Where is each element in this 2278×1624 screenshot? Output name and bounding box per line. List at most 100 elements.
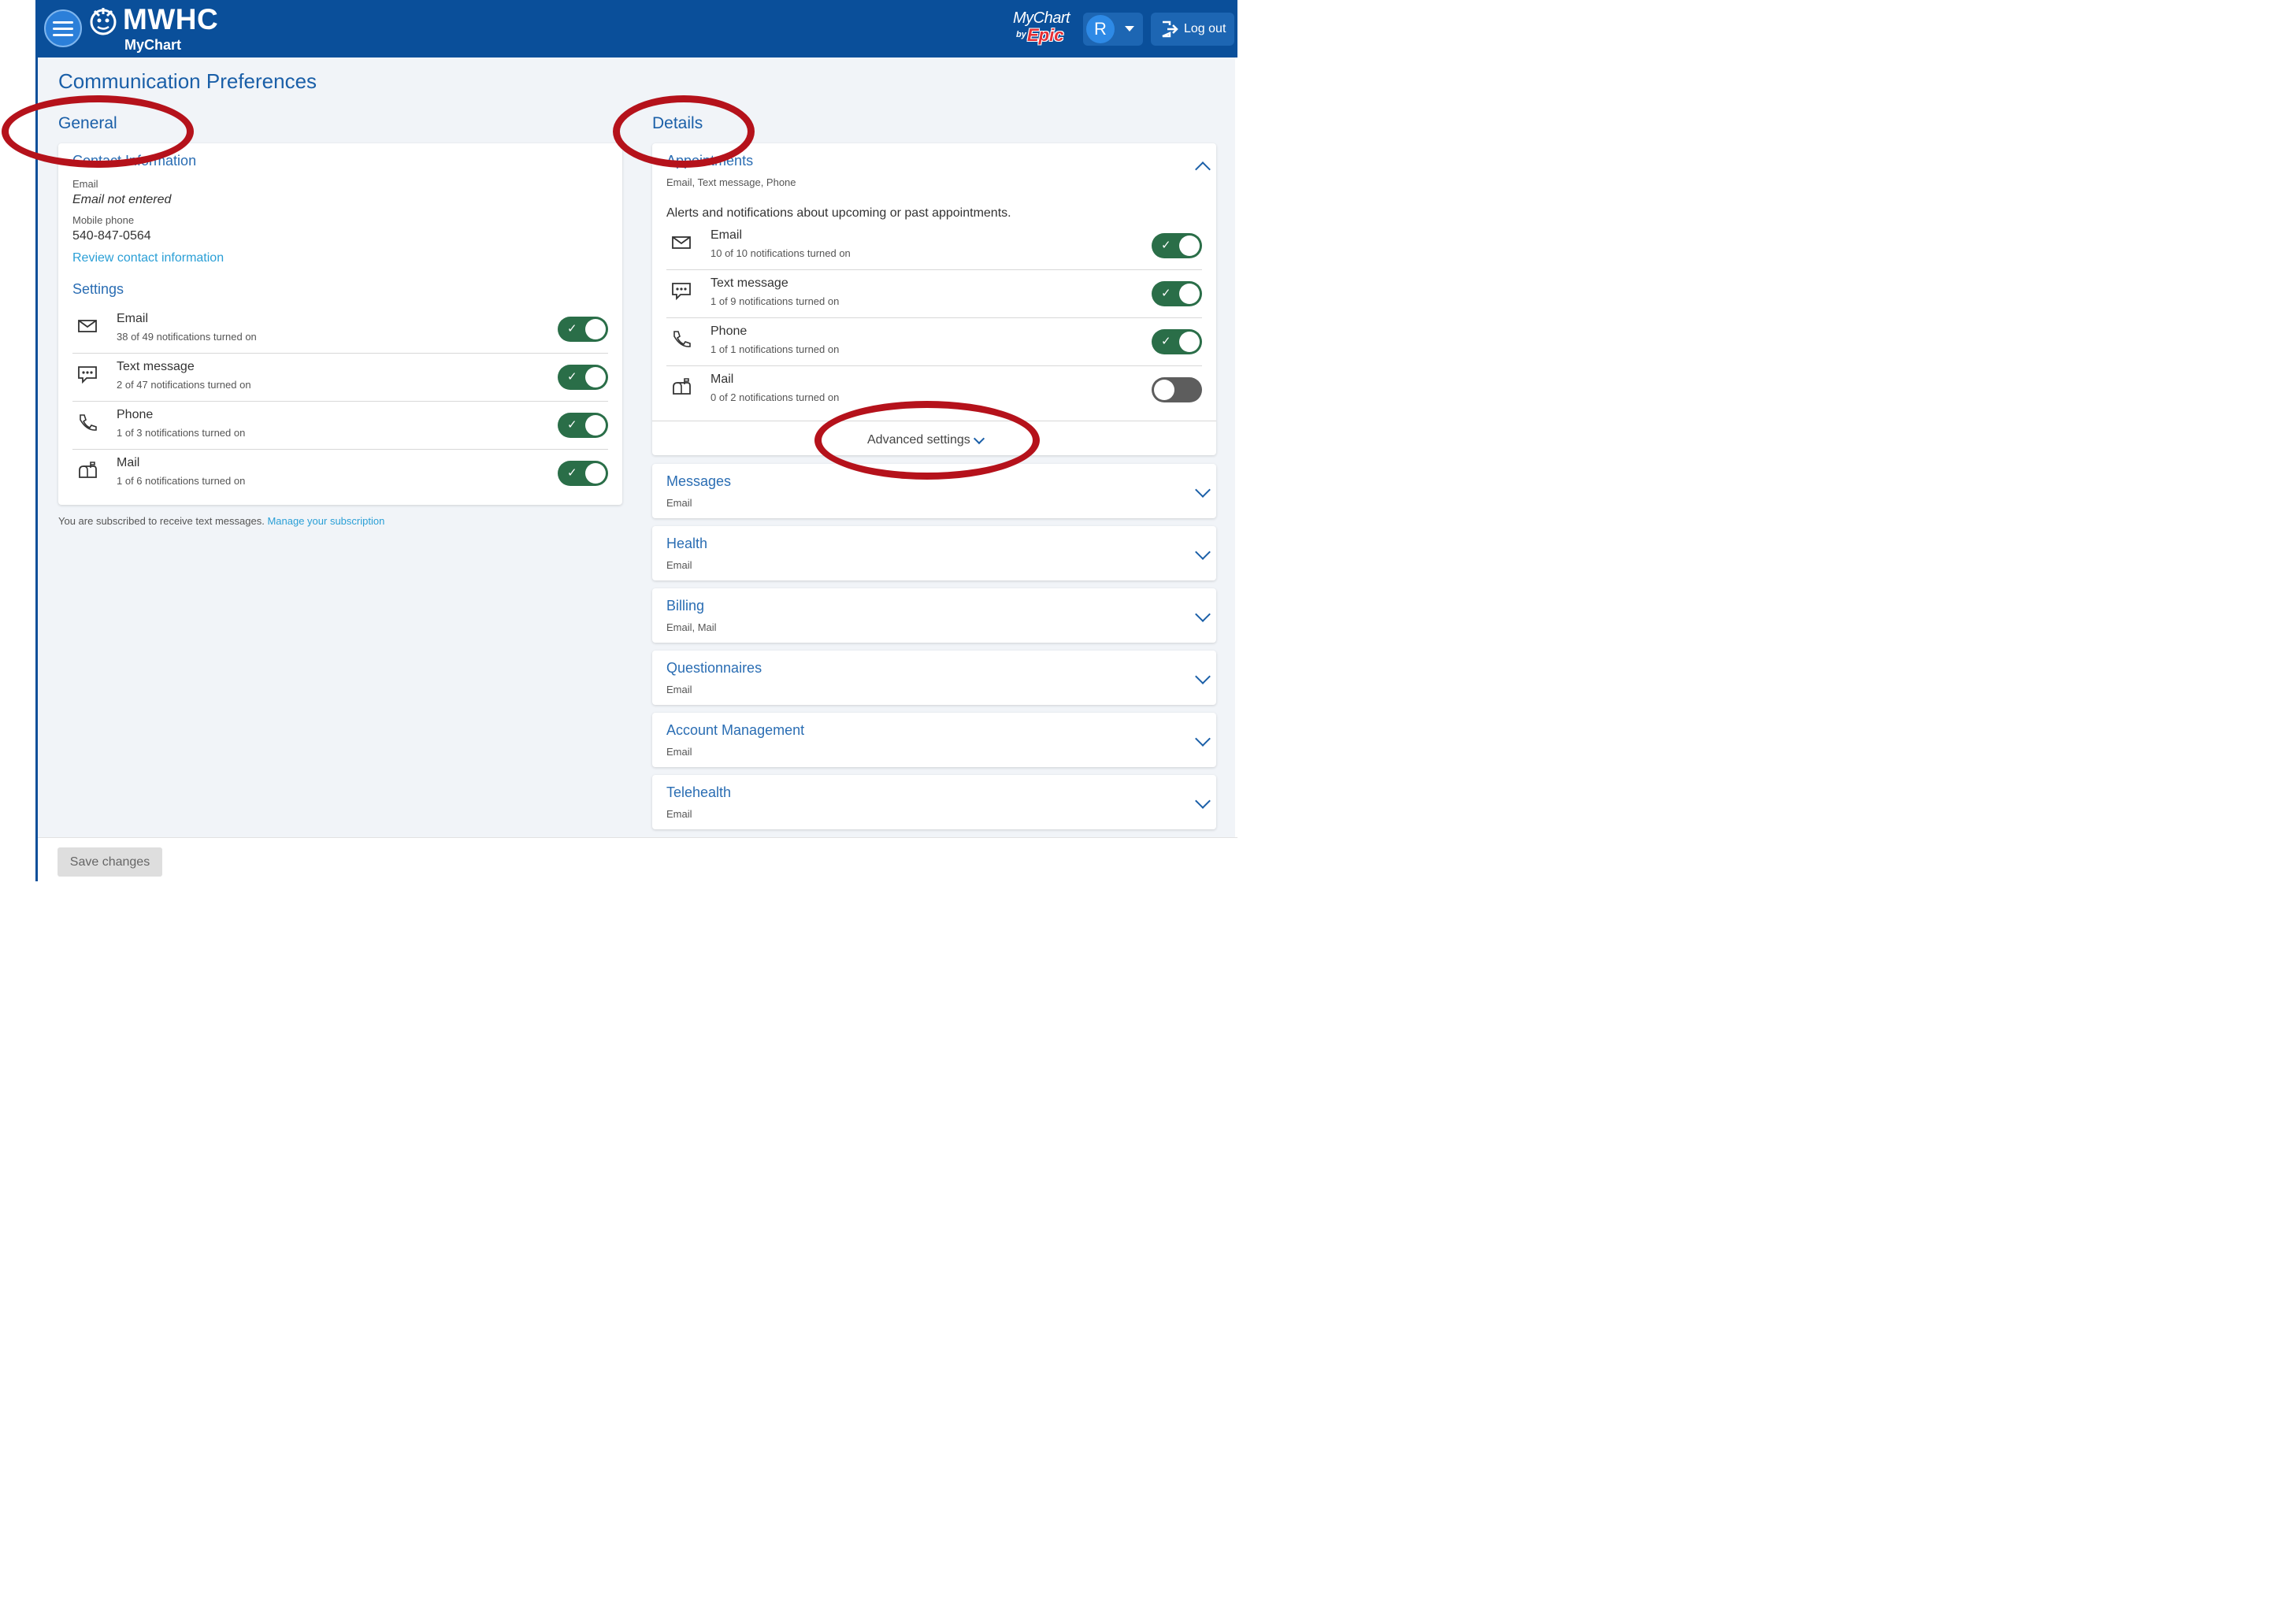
settings-row-phone: Phone 1 of 3 notifications turned on ✓ <box>72 402 608 450</box>
chevron-down-icon[interactable] <box>1195 793 1211 809</box>
checkmark-icon: ✓ <box>567 370 577 384</box>
chevron-down-icon[interactable] <box>1195 544 1211 560</box>
phone-icon <box>80 414 97 431</box>
category-channels: Email <box>666 559 692 571</box>
brand-name: MWHC <box>123 3 219 35</box>
envelope-icon <box>672 236 691 249</box>
category-title: Messages <box>666 473 732 489</box>
appointments-text-message-toggle[interactable]: ✓ <box>1152 281 1202 306</box>
appointments-row-email: Email 10 of 10 notifications turned on ✓ <box>666 222 1202 270</box>
settings-row-email: Email 38 of 49 notifications turned on ✓ <box>72 306 608 354</box>
partner-logo-epic: Epic <box>1027 25 1064 45</box>
appointments-row-count: 1 of 1 notifications turned on <box>710 343 840 355</box>
mailbox-icon <box>79 462 97 478</box>
general-card: Contact Information Email Email not ente… <box>58 143 622 505</box>
subscription-notice: You are subscribed to receive text messa… <box>58 515 384 527</box>
brand-crest-icon <box>90 8 117 35</box>
category-questionnaires[interactable]: Questionnaires Email <box>652 651 1216 705</box>
logout-label: Log out <box>1184 22 1226 35</box>
settings-row-text-message: Text message 2 of 47 notifications turne… <box>72 354 608 402</box>
annotation-ring-details <box>613 95 755 168</box>
category-channels: Email, Mail <box>666 621 717 633</box>
chevron-down-icon[interactable] <box>1195 669 1211 684</box>
appointments-email-toggle[interactable]: ✓ <box>1152 233 1202 258</box>
appointments-row-phone: Phone 1 of 1 notifications turned on ✓ <box>666 318 1202 366</box>
category-title: Telehealth <box>666 784 732 800</box>
appointments-row-title: Mail <box>710 373 734 386</box>
phone-toggle[interactable]: ✓ <box>558 413 608 438</box>
category-title: Billing <box>666 598 705 614</box>
category-title: Health <box>666 536 708 551</box>
user-menu-button[interactable]: R <box>1083 13 1143 46</box>
mailbox-icon <box>673 378 691 395</box>
category-title: Questionnaires <box>666 660 762 676</box>
checkmark-icon: ✓ <box>567 466 577 480</box>
category-account-management[interactable]: Account Management Email <box>652 713 1216 767</box>
checkmark-icon: ✓ <box>567 322 577 336</box>
appointments-phone-toggle[interactable]: ✓ <box>1152 329 1202 354</box>
category-channels: Email <box>666 684 692 695</box>
logout-icon <box>1162 20 1178 38</box>
category-channels: Email <box>666 746 692 758</box>
appointments-row-count: 1 of 9 notifications turned on <box>710 295 840 307</box>
save-changes-button[interactable]: Save changes <box>58 847 162 877</box>
category-title: Account Management <box>666 722 805 738</box>
checkmark-icon: ✓ <box>567 418 577 432</box>
appointments-row-title: Text message <box>710 276 788 290</box>
appointments-row-title: Email <box>710 228 743 242</box>
email-label: Email <box>72 178 98 190</box>
checkmark-icon: ✓ <box>1161 335 1171 348</box>
review-contact-information-link[interactable]: Review contact information <box>72 251 224 265</box>
envelope-icon <box>78 320 97 332</box>
chevron-down-icon[interactable] <box>1195 482 1211 498</box>
brand-subtitle: MyChart <box>124 37 182 53</box>
mobile-phone-label: Mobile phone <box>72 214 135 226</box>
menu-icon[interactable] <box>44 9 82 47</box>
mobile-phone-value: 540-847-0564 <box>72 229 151 243</box>
email-value: Email not entered <box>72 193 172 206</box>
category-telehealth[interactable]: Telehealth Email <box>652 775 1216 829</box>
settings-row-mail: Mail 1 of 6 notifications turned on ✓ <box>72 450 608 498</box>
top-navigation-bar: MWHC MyChart MyChart by Epic R Log out <box>38 0 1237 57</box>
chat-bubble-icon <box>672 283 691 300</box>
settings-row-title: Mail <box>117 456 140 469</box>
category-channels: Email <box>666 497 692 509</box>
appointments-channels: Email, Text message, Phone <box>666 176 796 188</box>
manage-subscription-link[interactable]: Manage your subscription <box>267 515 384 527</box>
settings-row-title: Text message <box>117 360 195 373</box>
settings-row-count: 1 of 3 notifications turned on <box>117 427 246 439</box>
chevron-up-icon[interactable] <box>1195 161 1211 177</box>
appointments-row-count: 10 of 10 notifications turned on <box>710 247 851 259</box>
phone-icon <box>673 331 691 347</box>
footer-bar: Save changes <box>38 837 1237 881</box>
appointments-mail-toggle[interactable] <box>1152 377 1202 402</box>
checkmark-icon: ✓ <box>1161 239 1171 252</box>
email-toggle[interactable]: ✓ <box>558 317 608 342</box>
category-channels: Email <box>666 808 692 820</box>
checkmark-icon: ✓ <box>1161 287 1171 300</box>
category-billing[interactable]: Billing Email, Mail <box>652 588 1216 643</box>
settings-row-count: 38 of 49 notifications turned on <box>117 331 257 343</box>
text-message-toggle[interactable]: ✓ <box>558 365 608 390</box>
settings-row-count: 1 of 6 notifications turned on <box>117 475 246 487</box>
settings-row-title: Email <box>117 312 149 325</box>
appointments-row-title: Phone <box>710 324 748 338</box>
settings-row-title: Phone <box>117 408 154 421</box>
annotation-ring-general <box>2 95 194 168</box>
partner-logo-by: by <box>1016 30 1026 39</box>
chevron-down-icon[interactable] <box>1195 731 1211 747</box>
settings-heading: Settings <box>72 281 124 297</box>
settings-row-count: 2 of 47 notifications turned on <box>117 379 251 391</box>
subscription-text: You are subscribed to receive text messa… <box>58 515 265 527</box>
mail-toggle[interactable]: ✓ <box>558 461 608 486</box>
appointments-row-count: 0 of 2 notifications turned on <box>710 391 840 403</box>
appointments-row-text-message: Text message 1 of 9 notifications turned… <box>666 270 1202 318</box>
category-health[interactable]: Health Email <box>652 526 1216 580</box>
chevron-down-icon[interactable] <box>1195 606 1211 622</box>
caret-down-icon <box>1125 26 1134 32</box>
logout-button[interactable]: Log out <box>1151 13 1234 46</box>
avatar: R <box>1086 15 1115 43</box>
chat-bubble-icon <box>78 366 97 384</box>
page-title: Communication Preferences <box>58 69 317 93</box>
mychart-by-epic-logo: MyChart by Epic <box>1013 9 1078 47</box>
